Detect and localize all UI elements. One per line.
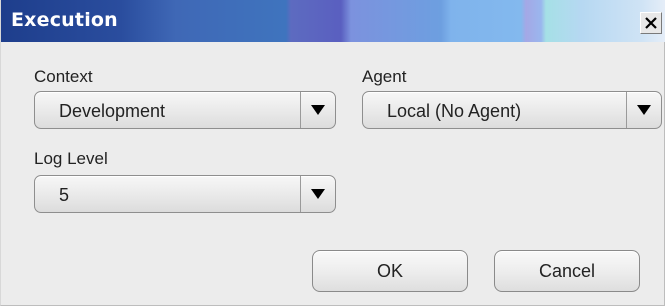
close-icon bbox=[645, 17, 657, 29]
title-bar[interactable]: Execution bbox=[1, 0, 665, 42]
execution-dialog: Execution Context Development Agent Loca… bbox=[0, 0, 665, 306]
log-level-value: 5 bbox=[59, 185, 70, 205]
agent-label: Agent bbox=[362, 67, 407, 86]
dialog-title: Execution bbox=[11, 9, 118, 31]
agent-value: Local (No Agent) bbox=[387, 101, 522, 121]
log-level-dropdown[interactable]: 5 bbox=[34, 175, 336, 213]
agent-dropdown[interactable]: Local (No Agent) bbox=[362, 91, 662, 129]
context-dropdown[interactable]: Development bbox=[34, 91, 336, 129]
ok-button[interactable]: OK bbox=[312, 250, 468, 292]
log-level-label: Log Level bbox=[34, 149, 108, 168]
triangle-down-icon bbox=[637, 105, 651, 115]
cancel-button[interactable]: Cancel bbox=[494, 250, 640, 292]
close-button[interactable] bbox=[640, 12, 662, 34]
log-level-dropdown-arrow[interactable] bbox=[300, 176, 335, 212]
context-dropdown-arrow[interactable] bbox=[300, 92, 335, 128]
agent-dropdown-arrow[interactable] bbox=[626, 92, 661, 128]
context-label: Context bbox=[34, 67, 93, 86]
triangle-down-icon bbox=[311, 189, 325, 199]
triangle-down-icon bbox=[311, 105, 325, 115]
context-value: Development bbox=[59, 101, 166, 121]
